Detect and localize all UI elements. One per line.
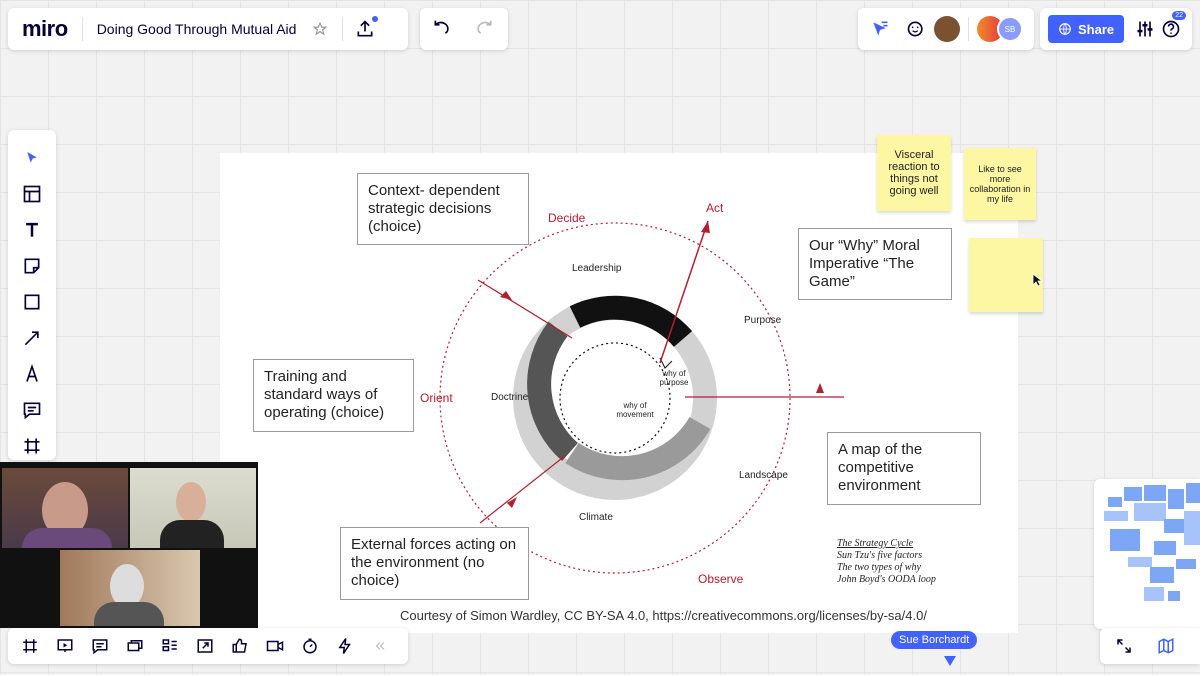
divider <box>81 17 83 41</box>
divider <box>968 17 969 41</box>
legend-line: John Boyd's OODA loop <box>837 574 936 585</box>
connection-line-icon[interactable] <box>16 324 48 352</box>
bottom-toolbar <box>8 628 408 664</box>
presentation-icon[interactable] <box>49 630 81 662</box>
undo-icon[interactable] <box>426 13 458 45</box>
label-why-of-purpose: why of purpose <box>659 369 689 387</box>
map-icon[interactable] <box>1150 630 1182 662</box>
participant-shirt <box>94 602 164 626</box>
participant-video[interactable] <box>130 468 256 548</box>
label-act: Act <box>706 201 724 215</box>
participant-video[interactable] <box>2 468 128 548</box>
minimap-controls <box>1100 628 1200 664</box>
board-header: miro Doing Good Through Mutual Aid <box>8 8 408 50</box>
strategy-cycle-diagram[interactable]: Context- dependent strategic decisions (… <box>220 153 1018 633</box>
undo-redo-panel <box>420 8 508 50</box>
collapse-toolbar-icon[interactable] <box>364 630 396 662</box>
legend-line: Sun Tzu's five factors <box>837 550 923 561</box>
diagram-credit: Courtesy of Simon Wardley, CC BY-SA 4.0,… <box>400 608 927 623</box>
share-label: Share <box>1078 21 1115 37</box>
notification-dot <box>372 16 379 22</box>
comment-icon[interactable] <box>16 396 48 424</box>
note-context-decisions[interactable]: Context- dependent strategic decisions (… <box>357 173 529 245</box>
avatar[interactable] <box>934 16 960 42</box>
participant-avatar <box>176 482 206 522</box>
video-call-icon[interactable] <box>259 630 291 662</box>
share-screen-icon[interactable] <box>189 630 221 662</box>
label-why-of-movement: why of movement <box>616 401 654 419</box>
avatar-initials[interactable]: SB <box>997 16 1023 42</box>
participant-shirt <box>22 528 112 548</box>
video-call-panel[interactable] <box>0 462 258 628</box>
frame-icon[interactable] <box>16 432 48 460</box>
participant-shirt <box>160 520 224 548</box>
star-icon[interactable] <box>304 13 336 45</box>
note-our-why[interactable]: Our “Why” Moral Imperative “The Game” <box>798 228 952 300</box>
divider <box>342 17 344 41</box>
label-climate: Climate <box>579 512 613 523</box>
sticky-note[interactable]: Visceral reaction to things not going we… <box>877 135 951 211</box>
select-cursor-icon[interactable] <box>16 144 48 172</box>
label-landscape: Landscape <box>739 470 788 481</box>
add-reaction-icon[interactable] <box>900 13 932 45</box>
collaboration-panel: SB <box>858 8 1034 50</box>
fullscreen-expand-icon[interactable] <box>1108 630 1140 662</box>
templates-icon[interactable] <box>16 180 48 208</box>
board-minimap[interactable] <box>1094 479 1200 629</box>
board-title[interactable]: Doing Good Through Mutual Aid <box>97 21 297 37</box>
cards-icon[interactable] <box>119 630 151 662</box>
text-tool-icon[interactable] <box>16 216 48 244</box>
shape-icon[interactable] <box>16 288 48 316</box>
share-button[interactable]: Share <box>1048 15 1125 43</box>
participant-video[interactable] <box>60 550 200 626</box>
label-decide: Decide <box>548 211 586 225</box>
redo-icon[interactable] <box>468 13 500 45</box>
collaborator-cursor-icon <box>944 656 956 666</box>
share-panel: Share 22 <box>1040 8 1192 50</box>
legend-line: The two types of why <box>837 562 921 573</box>
note-training[interactable]: Training and standard ways of operating … <box>253 359 414 432</box>
help-icon[interactable]: 22 <box>1158 11 1186 45</box>
timer-icon[interactable] <box>294 630 326 662</box>
comments-icon[interactable] <box>84 630 116 662</box>
sticky-note[interactable]: Like to see more collaboration in my lif… <box>964 148 1036 220</box>
export-icon[interactable] <box>349 13 381 45</box>
cursor-tools-icon[interactable] <box>864 13 896 45</box>
label-orient: Orient <box>420 391 453 405</box>
frames-icon[interactable] <box>14 630 46 662</box>
note-external-forces[interactable]: External forces acting on the environmen… <box>340 527 529 600</box>
label-purpose: Purpose <box>744 315 782 326</box>
strategy-cycle-legend: The Strategy Cycle Sun Tzu's five factor… <box>837 538 936 586</box>
globe-icon <box>1059 23 1071 35</box>
voting-thumbs-up-icon[interactable] <box>224 630 256 662</box>
minimap-preview <box>1104 483 1200 601</box>
legend-title: The Strategy Cycle <box>837 538 914 549</box>
help-badge: 22 <box>1172 11 1186 20</box>
label-observe: Observe <box>698 572 744 586</box>
creation-toolbar <box>8 130 56 460</box>
sticky-note-icon[interactable] <box>16 252 48 280</box>
settings-sliders-icon[interactable] <box>1132 13 1158 45</box>
mouse-cursor-icon <box>1032 273 1042 287</box>
pen-icon[interactable] <box>16 360 48 388</box>
collaborator-cursor-label: Sue Borchardt <box>891 631 978 649</box>
lightning-icon[interactable] <box>329 630 361 662</box>
kanban-icon[interactable] <box>154 630 186 662</box>
label-leadership: Leadership <box>572 263 622 274</box>
note-competitive-map[interactable]: A map of the competitive environment <box>827 432 981 505</box>
miro-logo[interactable]: miro <box>22 16 68 42</box>
label-doctrine: Doctrine <box>491 392 529 403</box>
